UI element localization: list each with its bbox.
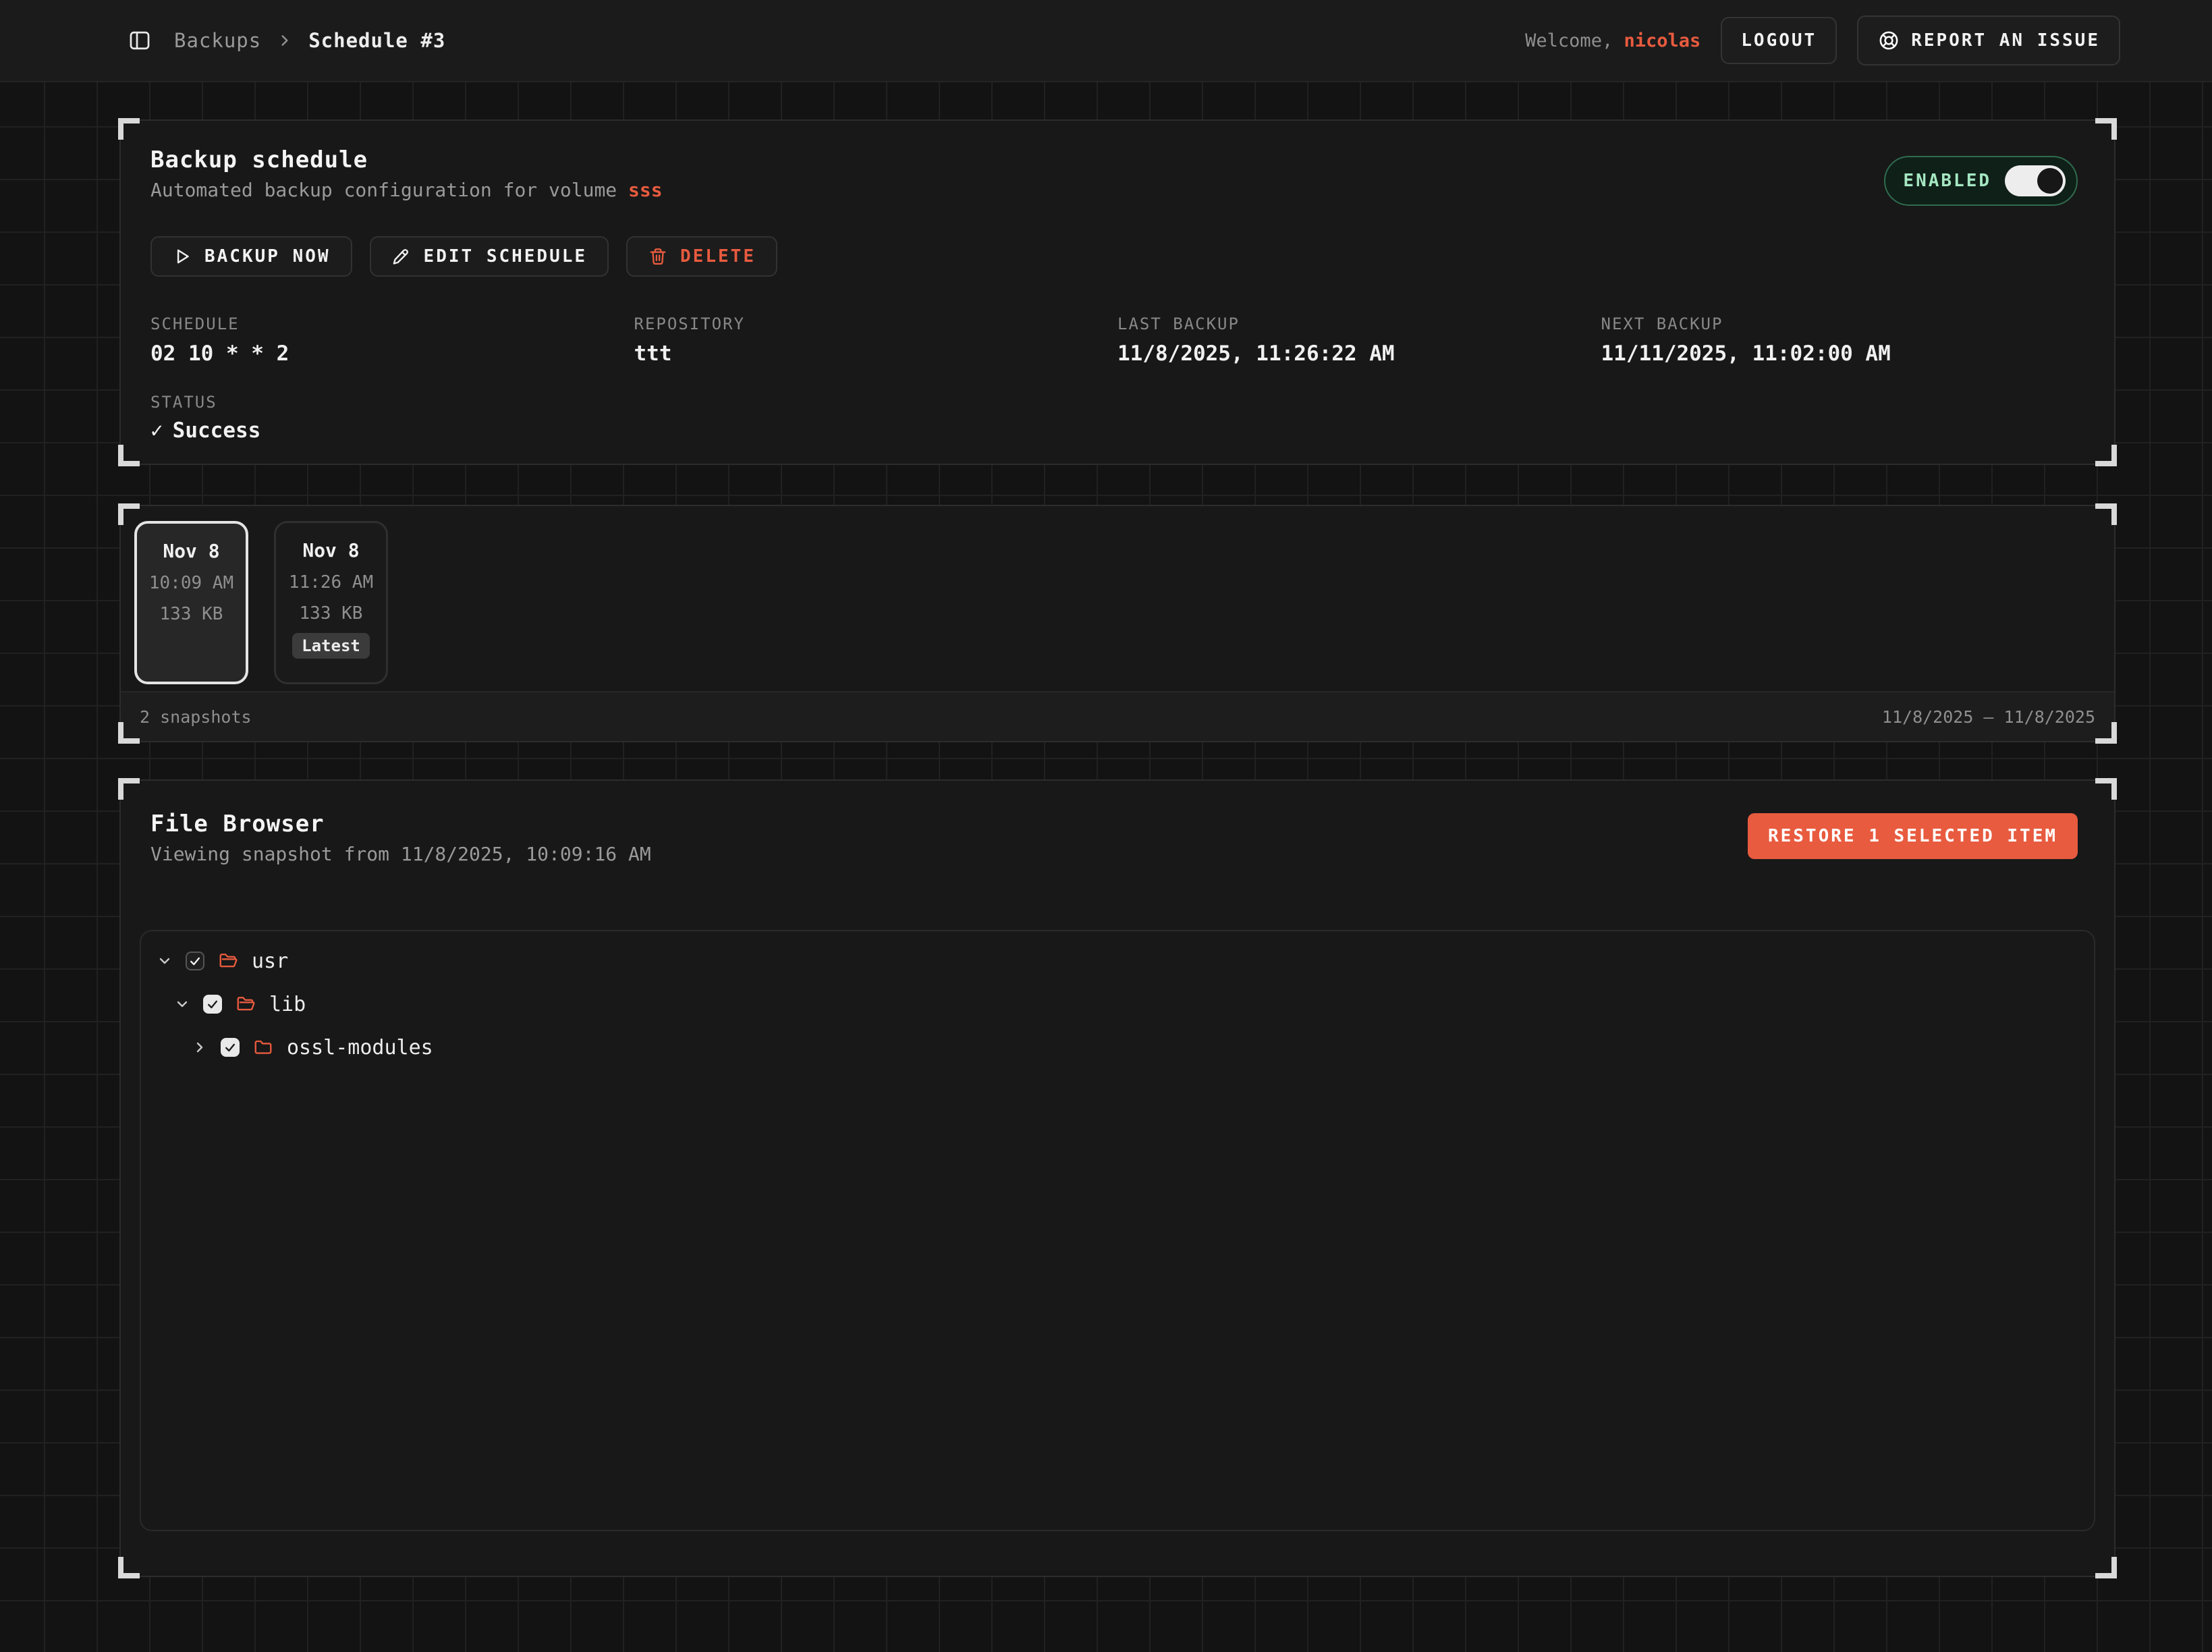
viewfinder-corner (2095, 722, 2117, 744)
snapshots-footer: 2 snapshots 11/8/2025 – 11/8/2025 (121, 691, 2114, 741)
snapshot-date-range: 11/8/2025 – 11/8/2025 (1882, 707, 2095, 727)
enabled-toggle[interactable]: ENABLED (1884, 156, 2078, 206)
welcome-text: Welcome, nicolas (1525, 30, 1701, 51)
report-issue-button[interactable]: REPORT AN ISSUE (1857, 16, 2120, 65)
top-bar: Backups Schedule #3 Welcome, nicolas LOG… (0, 0, 2212, 82)
username: nicolas (1624, 30, 1701, 51)
sidebar-toggle-button[interactable] (128, 29, 151, 52)
folder-icon (253, 1037, 273, 1057)
snapshot-card[interactable]: Nov 8 11:26 AM 133 KB Latest (274, 521, 388, 684)
field-repository: REPOSITORY ttt (634, 314, 1118, 366)
chevron-right-icon (276, 32, 294, 49)
viewfinder-corner (118, 445, 140, 466)
delete-button[interactable]: DELETE (626, 236, 777, 277)
field-last-backup: LAST BACKUP 11/8/2025, 11:26:22 AM (1117, 314, 1601, 366)
viewfinder-corner (118, 118, 140, 140)
viewfinder-corner (118, 778, 140, 800)
folder-open-icon (218, 951, 238, 971)
viewfinder-corner (2095, 778, 2117, 800)
field-status: STATUS ✓ Success (150, 393, 2084, 443)
checkbox-usr[interactable] (186, 952, 204, 970)
field-schedule: SCHEDULE 02 10 * * 2 (150, 314, 634, 366)
viewfinder-corner (2095, 118, 2117, 140)
snapshot-date: Nov 8 (163, 540, 219, 562)
tree-label: ossl-modules (287, 1036, 433, 1059)
breadcrumb-parent[interactable]: Backups (174, 29, 261, 52)
field-next-backup: NEXT BACKUP 11/11/2025, 11:02:00 AM (1601, 314, 2085, 366)
tree-row-usr[interactable]: usr (156, 939, 2094, 983)
status-value: Success (173, 418, 261, 443)
trash-icon (648, 246, 668, 267)
viewfinder-corner (2095, 1557, 2117, 1578)
tree-label: lib (269, 993, 306, 1016)
viewfinder-corner (118, 722, 140, 744)
snapshot-size: 133 KB (300, 603, 363, 624)
breadcrumb-current: Schedule #3 (308, 29, 445, 52)
viewfinder-corner (2095, 503, 2117, 525)
enabled-label: ENABLED (1903, 171, 1991, 191)
tree-label: usr (252, 949, 288, 973)
backup-schedule-card: Backup schedule Automated backup configu… (119, 119, 2116, 465)
folder-open-icon (236, 994, 256, 1014)
viewfinder-corner (118, 1557, 140, 1578)
check-icon: ✓ (150, 418, 163, 443)
tree-row-lib[interactable]: lib (156, 983, 2094, 1026)
checkbox-ossl-modules[interactable] (221, 1038, 240, 1057)
backup-now-button[interactable]: BACKUP NOW (150, 236, 352, 277)
restore-button[interactable]: RESTORE 1 SELECTED ITEM (1748, 813, 2078, 859)
toggle-knob (2037, 168, 2063, 194)
snapshot-card-selected[interactable]: Nov 8 10:09 AM 133 KB (134, 521, 248, 684)
snapshot-date: Nov 8 (302, 539, 359, 561)
snapshot-size: 133 KB (160, 604, 223, 624)
toggle-switch[interactable] (2005, 165, 2066, 196)
pencil-icon (391, 246, 412, 267)
lifebuoy-icon (1877, 29, 1900, 52)
tree-row-ossl-modules[interactable]: ossl-modules (156, 1026, 2094, 1069)
file-browser-card: File Browser Viewing snapshot from 11/8/… (119, 779, 2116, 1577)
viewfinder-corner (2095, 445, 2117, 466)
card-title: Backup schedule (150, 146, 2084, 173)
breadcrumb: Backups Schedule #3 (174, 29, 445, 52)
file-tree-panel: usr lib (140, 930, 2095, 1531)
checkbox-lib[interactable] (203, 995, 222, 1014)
chevron-down-icon[interactable] (156, 952, 173, 970)
panel-left-icon (128, 29, 151, 52)
play-icon (172, 246, 192, 267)
latest-badge: Latest (292, 633, 370, 659)
edit-schedule-button[interactable]: EDIT SCHEDULE (370, 236, 609, 277)
snapshot-time: 10:09 AM (149, 573, 233, 593)
snapshots-section: Nov 8 10:09 AM 133 KB Nov 8 11:26 AM 133… (119, 505, 2116, 742)
snapshot-count: 2 snapshots (140, 707, 252, 727)
logout-button[interactable]: LOGOUT (1721, 17, 1837, 64)
chevron-right-icon[interactable] (191, 1039, 209, 1056)
viewfinder-corner (118, 503, 140, 525)
snapshot-time: 11:26 AM (289, 572, 373, 593)
card-subtitle: Automated backup configuration for volum… (150, 179, 2084, 201)
chevron-down-icon[interactable] (173, 995, 191, 1013)
volume-name: sss (628, 179, 663, 201)
